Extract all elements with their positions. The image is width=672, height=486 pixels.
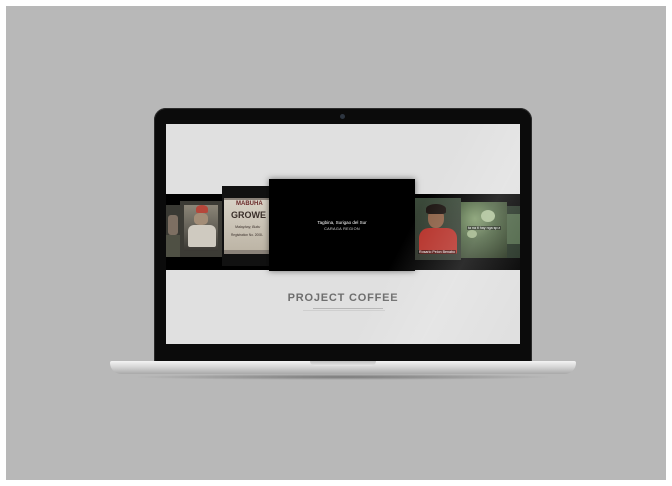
slide-far-left[interactable] xyxy=(166,205,180,257)
page-title: PROJECT COFFEE xyxy=(287,292,399,304)
laptop-lid: MABUHA GROWE Malaybay, Buku Registration… xyxy=(154,108,532,362)
slide-growers-sign[interactable]: MABUHA GROWE Malaybay, Buku Registration… xyxy=(222,186,272,266)
sign-line-4: Registration No. 2008- xyxy=(231,233,263,237)
slide-location: Tagbina, Surigao del Sur xyxy=(317,220,367,225)
title-underline-secondary xyxy=(303,310,385,311)
sign-line-1: MABUHA xyxy=(236,201,263,207)
slide-farmer-sitting[interactable] xyxy=(180,201,222,257)
slide-coffee-plants[interactable]: ta na ti hay nga sp:z xyxy=(461,202,507,258)
title-underline xyxy=(313,308,383,309)
slide-region: CARAGA REGION xyxy=(324,227,360,231)
laptop-shadow xyxy=(130,374,556,380)
laptop-notch xyxy=(310,361,376,366)
slide-center[interactable]: Tagbina, Surigao del Sur CARAGA REGION xyxy=(269,179,415,271)
slide-subtitle: ta na ti hay nga sp:z xyxy=(467,226,502,230)
laptop-screen: MABUHA GROWE Malaybay, Buku Registration… xyxy=(166,124,520,344)
slide-woman-portrait[interactable]: Rosario Pelon Benabo xyxy=(415,198,461,260)
slide-subtitle: Rosario Pelon Benabo xyxy=(418,250,456,254)
sign-line-2: GROWE xyxy=(231,210,266,220)
camera-icon xyxy=(340,114,345,119)
laptop-base xyxy=(110,361,576,374)
slide-far-right[interactable] xyxy=(507,206,520,258)
growers-sign-board: MABUHA GROWE Malaybay, Buku Registration… xyxy=(224,200,270,250)
sign-line-3: Malaybay, Buku xyxy=(235,225,261,229)
